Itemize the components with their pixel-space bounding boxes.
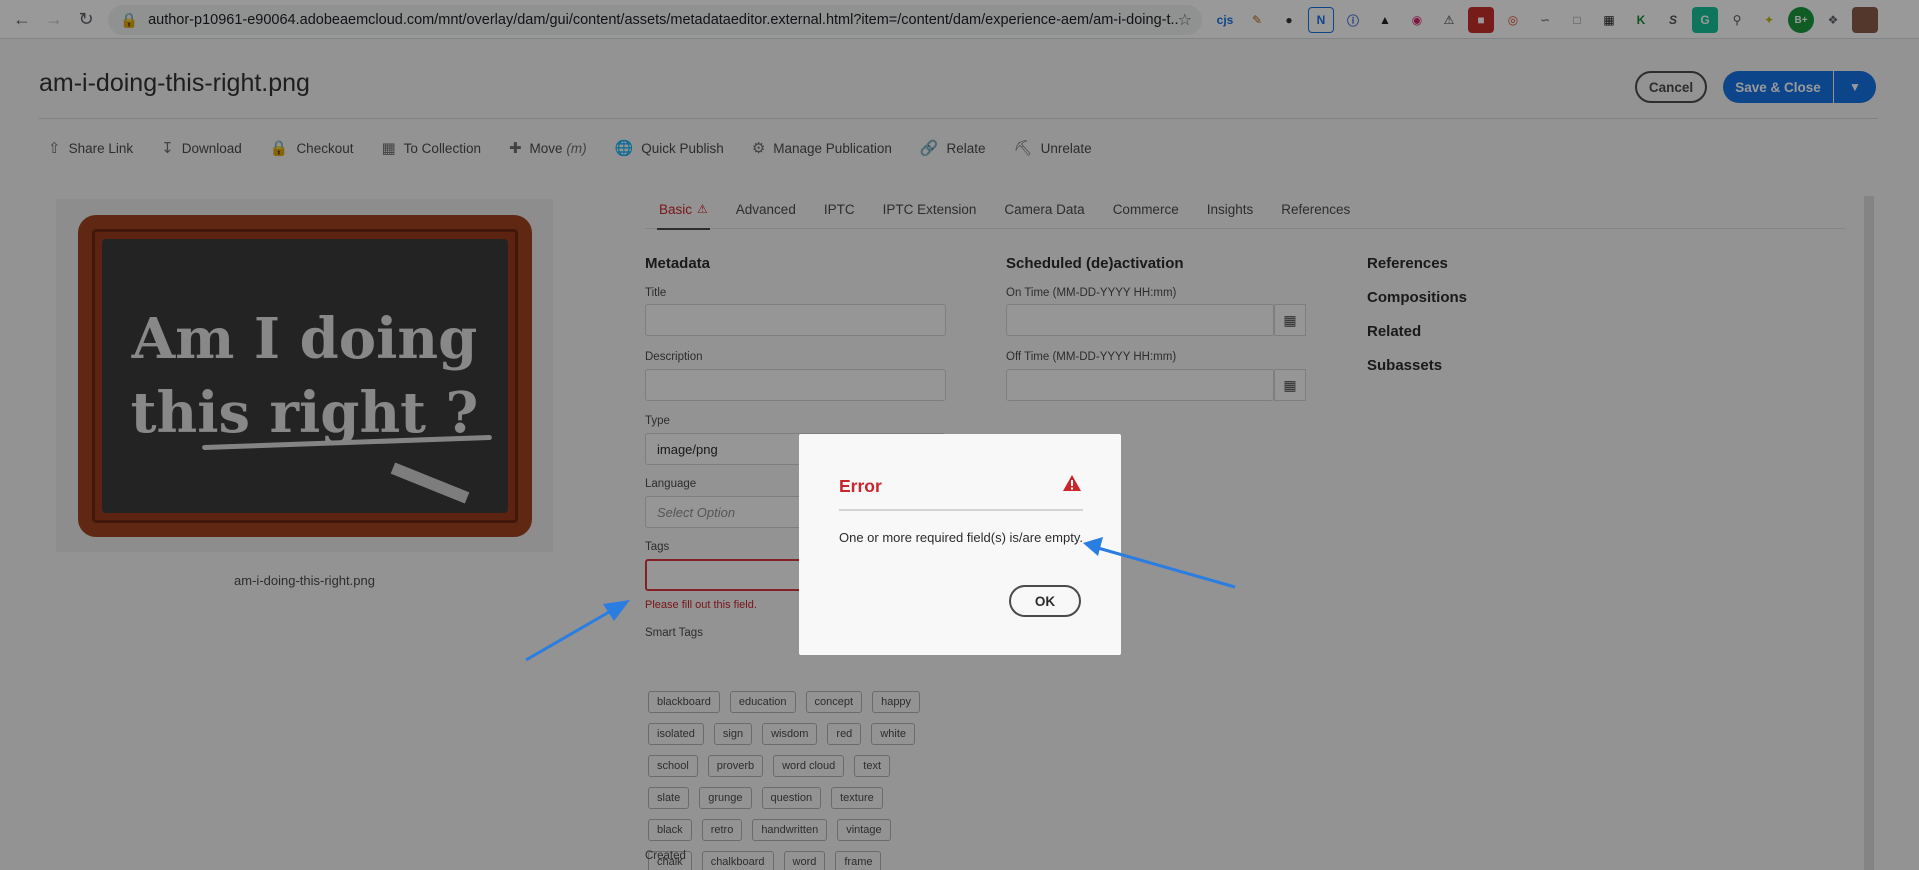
dialog-title: Error: [839, 476, 882, 496]
dialog-message: One or more required field(s) is/are emp…: [839, 530, 1083, 545]
error-dialog: Error One or more required field(s) is/a…: [799, 434, 1121, 655]
ok-button[interactable]: OK: [1009, 585, 1081, 617]
alert-icon: [1063, 475, 1081, 491]
dialog-divider: [839, 509, 1083, 511]
